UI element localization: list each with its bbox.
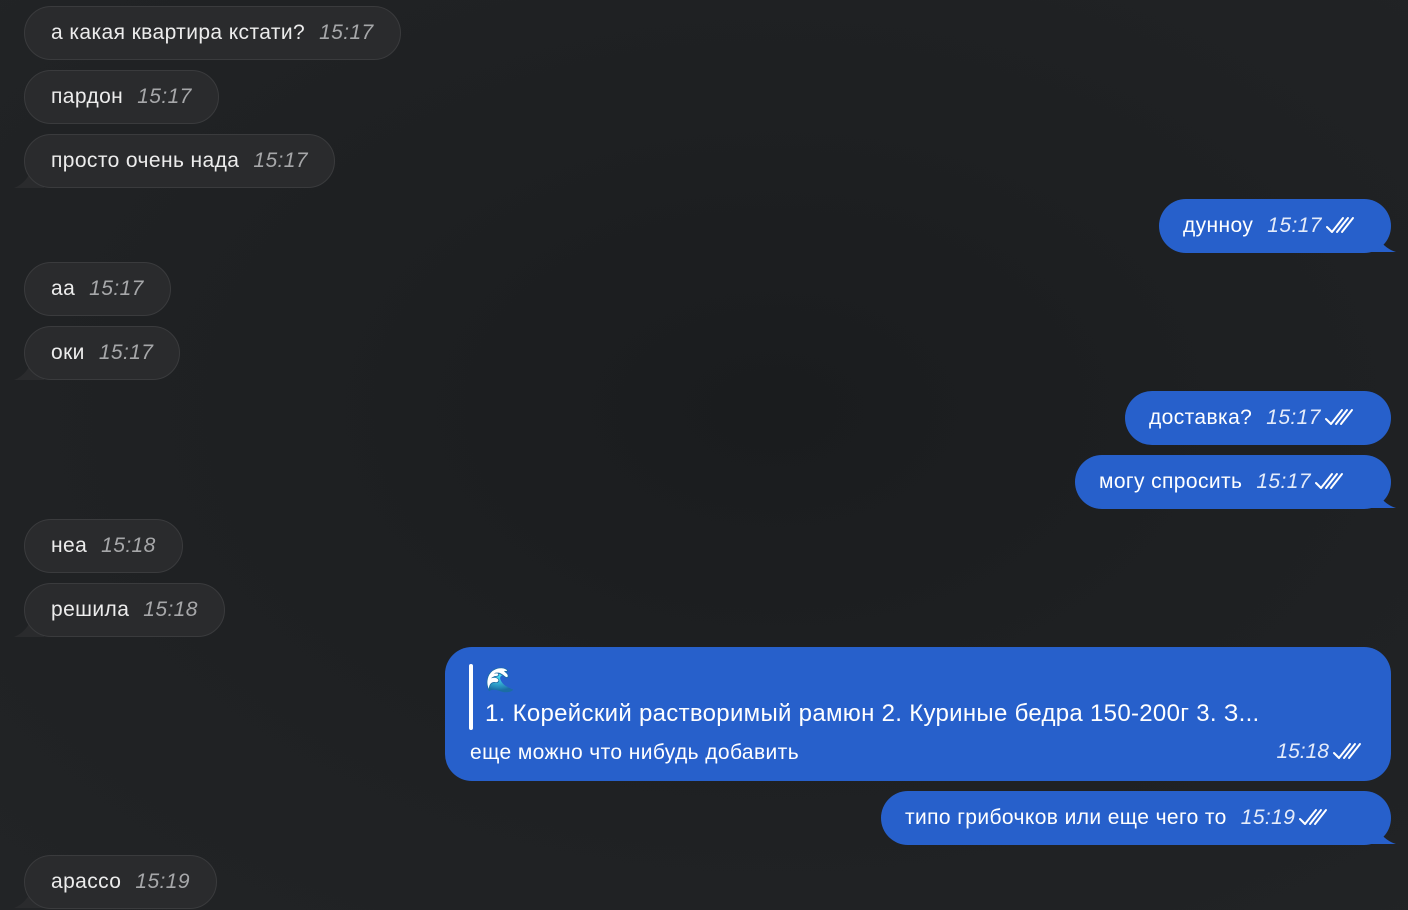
double-check-icon — [1314, 473, 1343, 489]
message-text: решила — [51, 598, 130, 621]
incoming-message[interactable]: аа 15:17 — [24, 262, 171, 316]
message-time: 15:19 — [1240, 806, 1296, 829]
message-text: оки — [51, 341, 85, 364]
message-text: аа — [51, 277, 76, 300]
quoted-message[interactable]: 🌊 1. Корейский растворимый рамюн 2. Кури… — [485, 667, 1367, 729]
message-time: 15:17 — [253, 149, 308, 172]
message-text: просто очень нада — [51, 149, 240, 172]
message-time: 15:18 — [1276, 740, 1329, 763]
outgoing-message[interactable]: дунноу 15:17 — [1159, 199, 1391, 253]
outgoing-reply-message[interactable]: 🌊 1. Корейский растворимый рамюн 2. Кури… — [445, 647, 1391, 781]
outgoing-message[interactable]: могу спросить 15:17 — [1075, 455, 1391, 509]
message-time: 15:17 — [1267, 214, 1322, 237]
message-text: пардон — [51, 85, 124, 108]
double-check-icon — [1333, 743, 1361, 759]
incoming-message[interactable]: пардон 15:17 — [24, 70, 219, 124]
outgoing-message[interactable]: доставка? 15:17 — [1125, 391, 1391, 445]
message-text: еще можно что нибудь добавить — [470, 741, 800, 764]
message-time: 15:17 — [98, 341, 154, 364]
incoming-message[interactable]: оки 15:17 — [24, 326, 181, 380]
message-text: а какая квартира кстати? — [51, 21, 306, 44]
message-time: 15:17 — [1256, 470, 1311, 493]
message-time: 15:17 — [137, 85, 192, 108]
double-check-icon — [1325, 217, 1354, 233]
message-text: типо грибочков или еще чего то — [905, 806, 1227, 829]
message-text: доставка? — [1149, 406, 1253, 429]
incoming-message[interactable]: просто очень нада 15:17 — [24, 134, 335, 188]
message-text: могу спросить — [1099, 470, 1243, 493]
incoming-message[interactable]: решила 15:18 — [24, 583, 225, 637]
double-check-icon — [1324, 409, 1353, 425]
message-time: 15:17 — [1266, 406, 1321, 429]
outgoing-message[interactable]: типо грибочков или еще чего то 15:19 — [881, 791, 1391, 845]
quote-text: 1. Корейский растворимый рамюн 2. Курины… — [485, 700, 1260, 727]
quote-bar — [469, 664, 473, 730]
incoming-message[interactable]: а какая квартира кстати? 15:17 — [24, 6, 401, 60]
incoming-message[interactable]: неа 15:18 — [24, 519, 183, 573]
message-time: 15:19 — [135, 870, 190, 893]
double-check-icon — [1299, 809, 1328, 825]
message-time: 15:18 — [101, 534, 156, 557]
message-text: дунноу — [1183, 214, 1254, 237]
chat-history: а какая квартира кстати? 15:17 пардон 15… — [0, 0, 1408, 910]
message-time: 15:17 — [89, 277, 144, 300]
message-time: 15:18 — [143, 598, 198, 621]
quote-emoji: 🌊 — [485, 667, 515, 694]
message-text: арассо — [51, 870, 122, 893]
message-text: неа — [51, 534, 88, 557]
incoming-message[interactable]: арассо 15:19 — [24, 855, 217, 909]
message-time: 15:17 — [319, 21, 374, 44]
